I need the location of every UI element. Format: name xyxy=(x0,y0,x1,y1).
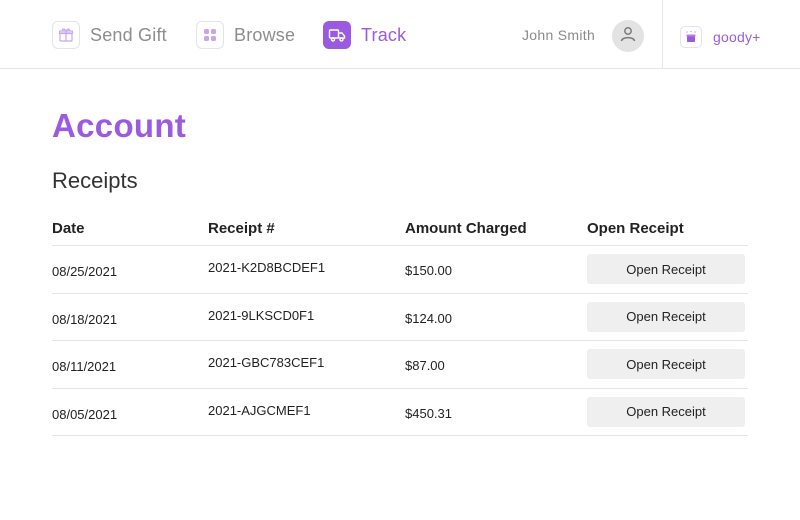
column-header-open-receipt: Open Receipt xyxy=(587,220,684,237)
receipt-number: 2021-9LKSCD0F1 xyxy=(208,307,315,323)
section-title: Receipts xyxy=(52,168,138,193)
open-receipt-cell: Open Receipt xyxy=(587,254,745,284)
column-header-receipt: Receipt # xyxy=(208,220,275,237)
nav-label-send-gift: Send Gift xyxy=(90,24,167,45)
top-navigation-bar: Send Gift Browse Track John Smith goody+ xyxy=(0,0,800,69)
receipt-date: 08/18/2021 xyxy=(52,311,118,327)
receipt-number: 2021-AJGCMEF1 xyxy=(208,402,311,418)
nav-label-track: Track xyxy=(361,24,407,45)
gift-icon xyxy=(52,21,80,49)
brand-gift-icon xyxy=(680,26,702,48)
table-row: 08/25/2021 2021-K2D8BCDEF1 $150.00 Open … xyxy=(52,246,748,294)
brand-logo[interactable]: goody+ xyxy=(680,26,761,48)
table-row: 08/18/2021 2021-9LKSCD0F1 $124.00 Open R… xyxy=(52,294,748,341)
open-receipt-button[interactable]: Open Receipt xyxy=(587,349,745,379)
receipt-date: 08/25/2021 xyxy=(52,264,118,279)
amount-charged: $87.00 xyxy=(405,358,445,373)
nav-item-send-gift[interactable]: Send Gift xyxy=(52,21,167,49)
open-receipt-cell: Open Receipt xyxy=(587,396,745,427)
brand-name: goody+ xyxy=(713,29,761,45)
open-receipt-button[interactable]: Open Receipt xyxy=(587,301,745,332)
receipt-number: 2021-K2D8BCDEF1 xyxy=(208,260,326,275)
open-receipt-button[interactable]: Open Receipt xyxy=(587,254,745,284)
nav-item-browse[interactable]: Browse xyxy=(196,21,295,49)
grid-icon xyxy=(196,21,224,49)
receipts-table: Date Receipt # Amount Charged Open Recei… xyxy=(52,210,748,436)
open-receipt-cell: Open Receipt xyxy=(587,301,745,332)
page-title: Account xyxy=(52,107,187,144)
receipt-number: 2021-GBC783CEF1 xyxy=(208,355,325,370)
open-receipt-cell: Open Receipt xyxy=(587,349,745,379)
amount-charged: $150.00 xyxy=(405,263,452,278)
user-name: John Smith xyxy=(522,27,596,43)
column-header-date: Date xyxy=(52,220,85,237)
nav-label-browse: Browse xyxy=(234,24,296,45)
open-receipt-button[interactable]: Open Receipt xyxy=(587,396,745,427)
avatar[interactable] xyxy=(612,20,644,52)
amount-charged: $450.31 xyxy=(405,405,452,421)
receipt-date: 08/11/2021 xyxy=(52,359,117,374)
user-icon xyxy=(619,25,637,48)
nav-item-track[interactable]: Track xyxy=(323,21,406,49)
truck-icon xyxy=(323,21,351,49)
receipt-date: 08/05/2021 xyxy=(52,406,118,422)
table-row: 08/05/2021 2021-AJGCMEF1 $450.31 Open Re… xyxy=(52,389,748,436)
nav-divider xyxy=(662,0,663,69)
table-header: Date Receipt # Amount Charged Open Recei… xyxy=(52,210,748,246)
amount-charged: $124.00 xyxy=(405,310,452,326)
table-row: 08/11/2021 2021-GBC783CEF1 $87.00 Open R… xyxy=(52,341,748,389)
column-header-amount: Amount Charged xyxy=(405,220,527,237)
